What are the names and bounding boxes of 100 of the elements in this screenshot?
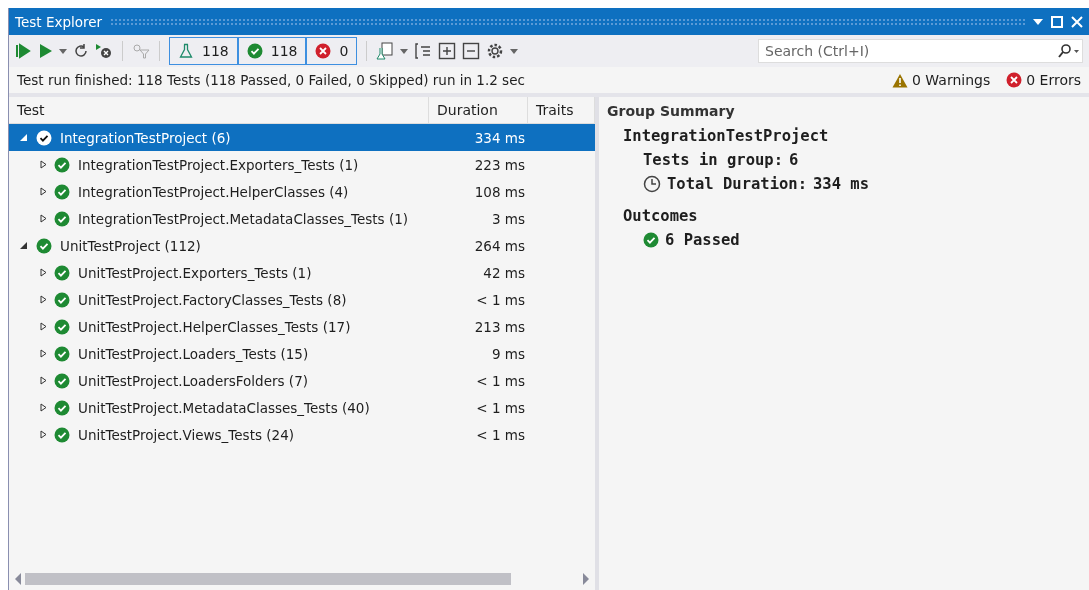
play-icon[interactable]	[37, 43, 53, 59]
close-icon[interactable]	[1071, 15, 1083, 28]
collapsed-caret-icon[interactable]	[39, 430, 48, 439]
total-filter-button[interactable]: 118	[169, 37, 238, 65]
collapsed-caret-icon[interactable]	[39, 187, 48, 196]
run-all-icon[interactable]	[15, 43, 31, 59]
test-name: UnitTestProject (112)	[60, 237, 202, 254]
tree-row[interactable]: IntegrationTestProject.Exporters_Tests (1) 223 ms	[9, 151, 595, 178]
clock-icon	[643, 175, 661, 193]
check-circle-icon	[54, 426, 70, 443]
passed-filter-button[interactable]: 118	[237, 37, 307, 65]
test-name: IntegrationTestProject.Exporters_Tests (1)	[78, 156, 360, 173]
test-duration: 3 ms	[490, 210, 526, 227]
check-circle-icon	[54, 156, 70, 173]
check-circle-icon	[246, 43, 263, 59]
settings-icon[interactable]	[486, 42, 505, 60]
duration-value: 334 ms	[813, 175, 869, 193]
window-title: Test Explorer	[15, 13, 103, 30]
test-name: UnitTestProject.Exporters_Tests (1)	[78, 264, 313, 281]
tree-row[interactable]: UnitTestProject.MetadataClasses_Tests (40) < 1 ms	[9, 394, 595, 421]
hierarchy-icon[interactable]	[414, 42, 433, 60]
caret-icon[interactable]	[510, 48, 519, 54]
errors-count[interactable]: 0 Errors	[1026, 72, 1081, 88]
tree-row[interactable]: IntegrationTestProject.MetadataClasses_Tests (1) 3 ms	[9, 205, 595, 232]
status-message: Test run finished: 118 Tests (118 Passed, 0 Failed, 0 Skipped) run in 1.2 sec	[17, 72, 525, 88]
tree-row[interactable]: UnitTestProject.LoadersFolders (7) < 1 ms	[9, 367, 595, 394]
error-circle-icon	[1006, 72, 1023, 88]
search-icon	[1057, 44, 1079, 58]
tree-row[interactable]: IntegrationTestProject.HelperClasses (4) 108 ms	[9, 178, 595, 205]
tree-row[interactable]: UnitTestProject.Loaders_Tests (15) 9 ms	[9, 340, 595, 367]
group-name: IntegrationTestProject	[623, 127, 830, 145]
tree-row[interactable]: UnitTestProject (112) 264 ms	[9, 232, 595, 259]
tree-row[interactable]: UnitTestProject.HelperClasses_Tests (17) 213 ms	[9, 313, 595, 340]
test-duration: < 1 ms	[475, 372, 526, 389]
test-duration: 223 ms	[473, 156, 526, 173]
error-circle-icon	[315, 43, 332, 59]
check-circle-icon	[54, 372, 70, 389]
scroll-left-icon[interactable]	[15, 573, 21, 585]
column-header[interactable]: Duration	[429, 97, 528, 123]
check-circle-icon	[54, 183, 70, 200]
check-circle-icon	[36, 129, 52, 146]
collapsed-caret-icon[interactable]	[39, 214, 48, 223]
check-circle-icon	[54, 345, 70, 362]
test-name: UnitTestProject.Loaders_Tests (15)	[78, 345, 310, 362]
test-name: IntegrationTestProject.MetadataClasses_Tests (1)	[78, 210, 410, 227]
outcomes-heading: Outcomes	[623, 207, 699, 225]
test-name: UnitTestProject.HelperClasses_Tests (17)	[78, 318, 352, 335]
warning-icon	[892, 72, 908, 88]
test-name: UnitTestProject.MetadataClasses_Tests (40)	[78, 399, 371, 416]
outcome-label: 6 Passed	[665, 231, 740, 249]
warnings-count[interactable]: 0 Warnings	[912, 72, 991, 88]
check-circle-icon	[54, 264, 70, 281]
scroll-right-icon[interactable]	[583, 573, 589, 585]
caret-icon[interactable]	[400, 48, 409, 54]
tests-label: Tests in group:	[643, 151, 783, 169]
check-circle-icon	[54, 399, 70, 416]
column-header[interactable]: Traits	[528, 97, 595, 123]
collapsed-caret-icon[interactable]	[39, 268, 48, 277]
check-circle-icon	[54, 318, 70, 335]
failed-filter-button[interactable]: 0	[306, 37, 358, 65]
check-circle-icon	[54, 291, 70, 308]
test-duration: < 1 ms	[475, 291, 526, 308]
expanded-caret-icon[interactable]	[19, 133, 28, 142]
test-name: UnitTestProject.Views_Tests (24)	[78, 426, 295, 443]
maximize-icon[interactable]	[1051, 15, 1063, 28]
test-name: UnitTestProject.FactoryClasses_Tests (8)	[78, 291, 348, 308]
cancel-icon[interactable]	[95, 43, 113, 59]
test-duration: 213 ms	[473, 318, 526, 335]
collapsed-caret-icon[interactable]	[39, 403, 48, 412]
scrollbar-thumb[interactable]	[25, 573, 511, 585]
test-duration: 9 ms	[490, 345, 526, 362]
test-duration: 108 ms	[473, 183, 526, 200]
expanded-caret-icon[interactable]	[19, 241, 28, 250]
tree-row[interactable]: IntegrationTestProject (6) 334 ms	[9, 124, 595, 151]
check-circle-icon	[54, 210, 70, 227]
column-header[interactable]: Test	[9, 97, 429, 123]
collapsed-caret-icon[interactable]	[39, 349, 48, 358]
check-circle-icon	[36, 237, 52, 254]
collapsed-caret-icon[interactable]	[39, 376, 48, 385]
collapsed-caret-icon[interactable]	[39, 295, 48, 304]
test-name: IntegrationTestProject (6)	[60, 129, 232, 146]
collapsed-caret-icon[interactable]	[39, 322, 48, 331]
tests-value: 6	[789, 151, 799, 169]
collapsed-caret-icon[interactable]	[39, 160, 48, 169]
test-duration: 264 ms	[473, 237, 526, 254]
tree-row[interactable]: UnitTestProject.Exporters_Tests (1) 42 ms	[9, 259, 595, 286]
tree-row[interactable]: UnitTestProject.Views_Tests (24) < 1 ms	[9, 421, 595, 448]
playlist-icon[interactable]	[376, 42, 395, 60]
panel-heading: Group Summary	[607, 103, 736, 119]
test-duration: < 1 ms	[475, 426, 526, 443]
collapse-all-icon[interactable]	[462, 42, 481, 60]
duration-label: Total Duration:	[667, 175, 807, 193]
test-duration: 42 ms	[482, 264, 526, 281]
expand-all-icon[interactable]	[438, 42, 457, 60]
dropdown-icon[interactable]	[1033, 17, 1043, 26]
search-field[interactable]: Search (Ctrl+I)	[758, 39, 1083, 63]
test-name: IntegrationTestProject.HelperClasses (4)	[78, 183, 350, 200]
refresh-icon[interactable]	[73, 43, 89, 59]
tree-row[interactable]: UnitTestProject.FactoryClasses_Tests (8) < 1 ms	[9, 286, 595, 313]
caret-icon[interactable]	[59, 48, 67, 54]
